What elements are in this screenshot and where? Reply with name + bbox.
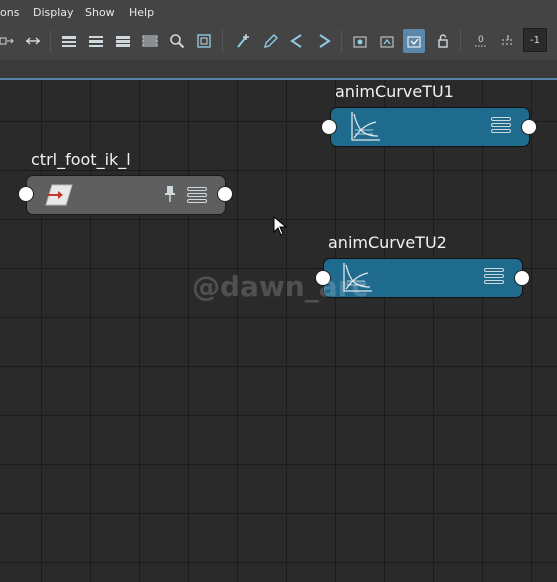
tab-strip	[0, 60, 557, 78]
zero-icon[interactable]: 0	[470, 29, 492, 53]
graph-active-icon[interactable]	[403, 29, 425, 53]
transform-icon	[45, 184, 73, 206]
watermark: @dawn_arc	[192, 270, 369, 303]
input-port[interactable]	[321, 119, 337, 135]
output-port[interactable]	[521, 119, 537, 135]
mouse-cursor-icon	[273, 216, 287, 236]
node-ctrl-foot-ik-l[interactable]	[26, 175, 226, 215]
layout-list-icon[interactable]	[58, 29, 80, 53]
anim-curve-icon	[351, 112, 380, 141]
nudge-icon[interactable]	[497, 29, 519, 53]
graph-down-icon[interactable]	[313, 29, 335, 53]
connections-icon[interactable]	[0, 29, 18, 53]
node-label-anim-curve-tu2: animCurveTU2	[328, 233, 447, 252]
attribute-stack-icon[interactable]	[484, 268, 504, 286]
layout-list-2-icon[interactable]	[85, 29, 107, 53]
graph-settings-icon[interactable]	[376, 29, 398, 53]
depth-field[interactable]: -1	[523, 28, 547, 52]
output-port[interactable]	[217, 186, 233, 202]
output-port[interactable]	[514, 270, 530, 286]
frame-icon[interactable]	[193, 29, 215, 53]
menu-item-options[interactable]: ons	[0, 6, 19, 19]
arrows-icon[interactable]	[22, 29, 44, 53]
menu-bar: ons Display Show Help	[0, 0, 557, 24]
layout-list-3-icon[interactable]	[112, 29, 134, 53]
graph-up-icon[interactable]	[286, 29, 308, 53]
graph-selected-icon[interactable]	[349, 29, 371, 53]
add-node-icon[interactable]	[232, 29, 254, 53]
menu-item-display[interactable]: Display	[33, 6, 74, 19]
input-port[interactable]	[18, 186, 34, 202]
node-label-ctrl-foot-ik-l: ctrl_foot_ik_l	[31, 150, 131, 169]
toolbar: 0	[0, 24, 557, 60]
pin-icon[interactable]	[164, 185, 176, 203]
lock-icon[interactable]	[432, 29, 454, 53]
menu-item-show[interactable]: Show	[85, 6, 115, 19]
attribute-stack-icon[interactable]	[491, 117, 511, 135]
search-icon[interactable]	[166, 29, 188, 53]
layout-list-4-icon[interactable]	[139, 29, 161, 53]
node-label-anim-curve-tu1: animCurveTU1	[335, 82, 454, 101]
menu-item-help[interactable]: Help	[129, 6, 154, 19]
svg-text:0: 0	[478, 35, 484, 45]
node-anim-curve-tu1[interactable]	[330, 107, 530, 147]
edit-node-icon[interactable]	[259, 29, 281, 53]
attribute-stack-icon[interactable]	[187, 187, 207, 205]
node-editor-canvas[interactable]: animCurveTU1 ctrl_foot_ik_l animCurveTU2	[0, 80, 557, 582]
